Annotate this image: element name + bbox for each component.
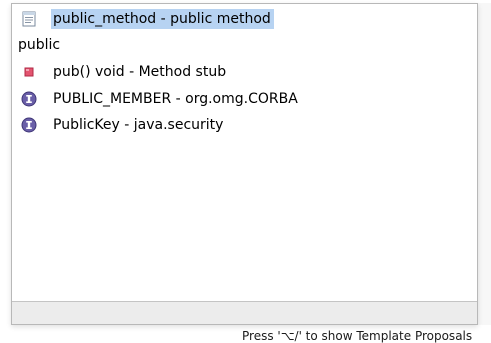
content-assist-popup: public_method - public method public pub…: [11, 3, 478, 325]
proposal-item-public-member[interactable]: PUBLIC_MEMBER - org.omg.CORBA: [12, 86, 301, 112]
proposal-item-pub-method[interactable]: pub() void - Method stub: [12, 59, 229, 85]
proposal-label: public: [18, 37, 61, 53]
proposal-label: public_method - public method: [51, 9, 274, 29]
window-edge: [478, 3, 491, 325]
template-doc-icon: [21, 11, 37, 27]
status-bar: [12, 302, 477, 324]
status-hint: Press '⌥/' to show Template Proposals: [242, 329, 473, 343]
proposal-label: PUBLIC_MEMBER - org.omg.CORBA: [53, 91, 298, 107]
proposal-item-publickey[interactable]: PublicKey - java.security: [12, 112, 226, 138]
proposal-item-public-method[interactable]: public_method - public method: [12, 6, 274, 32]
proposal-label: PublicKey - java.security: [53, 117, 224, 133]
interface-icon: [21, 91, 37, 107]
proposal-item-public-keyword[interactable]: public: [12, 32, 63, 58]
proposal-label: pub() void - Method stub: [53, 64, 227, 80]
proposal-list[interactable]: public_method - public method public pub…: [12, 4, 477, 301]
method-private-square-icon: [21, 64, 37, 80]
interface-icon: [21, 117, 37, 133]
